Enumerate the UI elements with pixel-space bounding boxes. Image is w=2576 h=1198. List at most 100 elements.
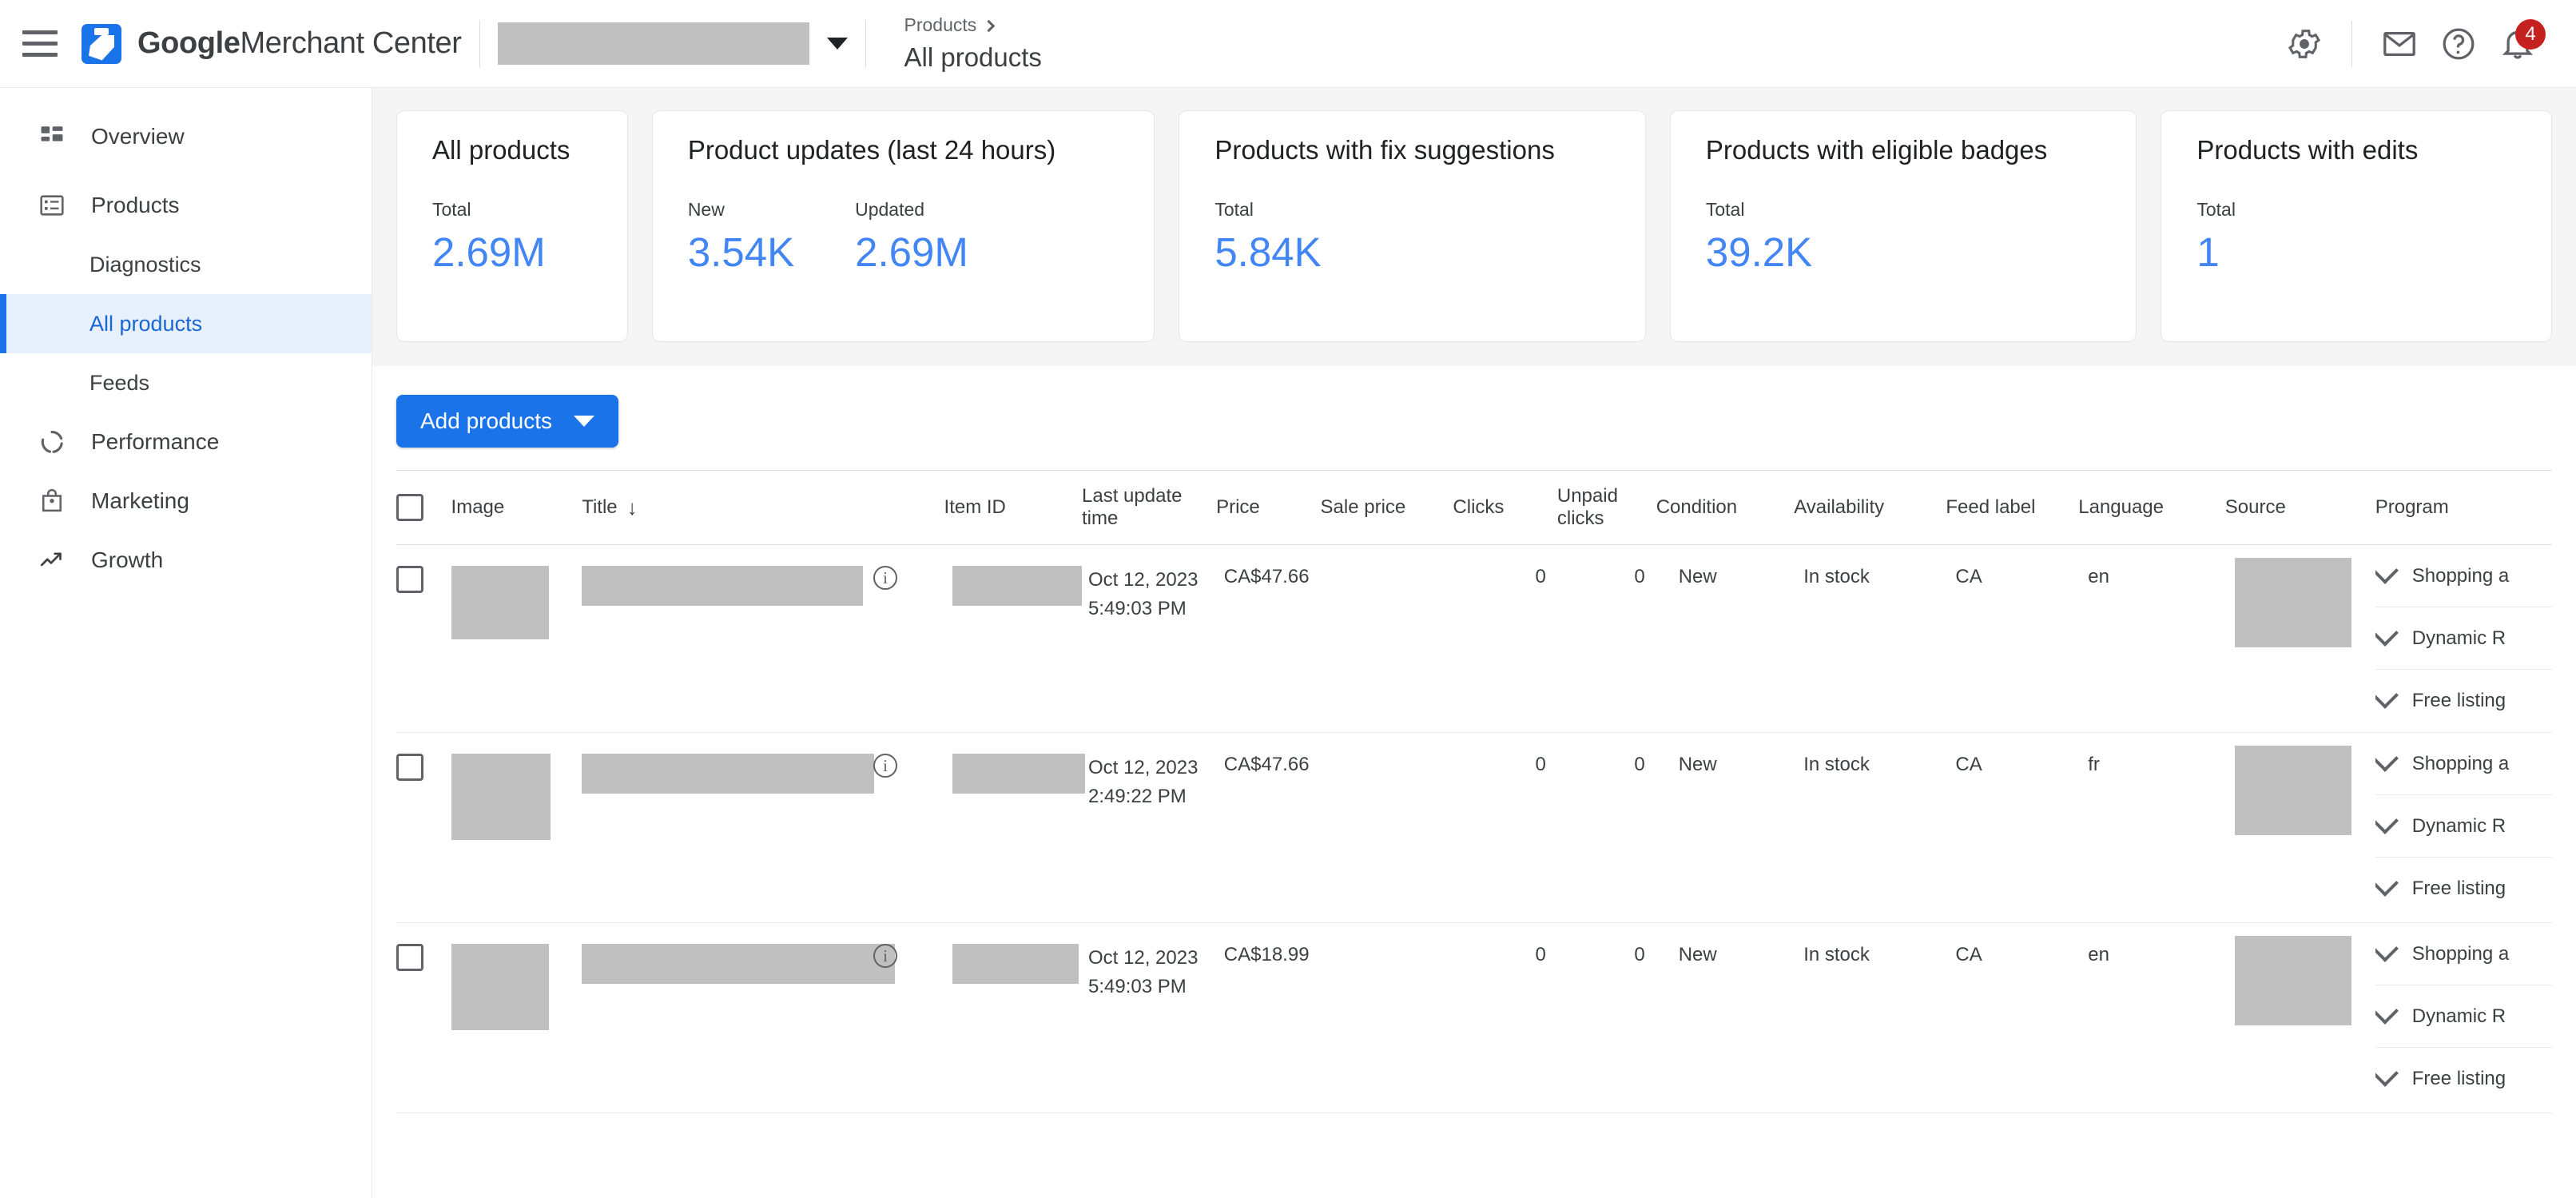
row-title-cell xyxy=(582,923,873,1113)
select-all-checkbox[interactable] xyxy=(396,494,423,521)
sidebar-item-label: Overview xyxy=(91,124,185,149)
notifications-bell[interactable]: 4 xyxy=(2488,14,2547,74)
metric-label: New xyxy=(688,199,794,221)
breadcrumb-parent[interactable]: Products xyxy=(904,14,1042,36)
caret-down-icon[interactable] xyxy=(569,416,618,427)
help-circle-icon[interactable] xyxy=(2429,14,2488,74)
summary-card-product-updates[interactable]: Product updates (last 24 hours) New 3.54… xyxy=(652,110,1155,342)
sidebar-item-diagnostics[interactable]: Diagnostics xyxy=(0,235,372,294)
chevron-down-icon[interactable] xyxy=(2375,870,2399,897)
info-icon[interactable]: i xyxy=(873,944,897,968)
column-header-clicks[interactable]: Clicks xyxy=(1453,471,1556,545)
column-header-availability[interactable]: Availability xyxy=(1794,471,1946,545)
summary-card-products-with-edits[interactable]: Products with edits Total 1 xyxy=(2161,110,2552,342)
gear-icon[interactable] xyxy=(2275,14,2334,74)
row-title-cell xyxy=(582,733,873,923)
envelope-icon[interactable] xyxy=(2370,14,2429,74)
info-icon[interactable]: i xyxy=(873,754,897,778)
metric-value: 3.54K xyxy=(688,232,794,273)
row-checkbox[interactable] xyxy=(396,754,423,781)
last-update-date: Oct 12, 2023 xyxy=(1088,566,1216,595)
program-label: Free listing xyxy=(2412,1068,2506,1090)
chevron-down-icon[interactable] xyxy=(2375,744,2399,771)
chevron-down-icon[interactable] xyxy=(2375,1060,2399,1087)
program-item[interactable]: Dynamic R xyxy=(2375,607,2552,670)
row-sale-price-cell xyxy=(1321,733,1453,923)
chevron-down-icon[interactable] xyxy=(2375,806,2399,834)
chevron-down-icon[interactable] xyxy=(827,38,848,50)
program-item[interactable]: Free listing xyxy=(2375,858,2552,920)
row-clicks-cell: 0 xyxy=(1453,545,1556,733)
brand-merchant-center: Merchant Center xyxy=(241,26,462,60)
program-item[interactable]: Dynamic R xyxy=(2375,985,2552,1048)
program-label: Shopping a xyxy=(2412,565,2509,587)
info-icon[interactable]: i xyxy=(873,566,897,590)
sidebar-item-performance[interactable]: Performance xyxy=(0,412,372,472)
column-header-unpaid-clicks[interactable]: Unpaid clicks xyxy=(1557,471,1656,545)
hamburger-menu-icon[interactable] xyxy=(22,26,67,62)
last-update-time: 2:49:22 PM xyxy=(1088,782,1216,811)
chevron-down-icon[interactable] xyxy=(2375,556,2399,583)
row-program-cell: Shopping a Dynamic R Free listing xyxy=(2375,733,2552,923)
table-row[interactable]: i Oct 12, 2023 5:49:03 PM CA$18.99 0 0 xyxy=(396,923,2552,1113)
page-title: All products xyxy=(904,42,1042,73)
program-item[interactable]: Shopping a xyxy=(2375,733,2552,795)
program-item[interactable]: Free listing xyxy=(2375,670,2552,732)
sidebar-item-products[interactable]: Products xyxy=(0,176,372,235)
chevron-down-icon[interactable] xyxy=(2375,619,2399,646)
row-item-id-cell xyxy=(944,733,1082,923)
column-header-last-update-time[interactable]: Last update time xyxy=(1082,471,1216,545)
row-checkbox[interactable] xyxy=(396,566,423,593)
program-item[interactable]: Free listing xyxy=(2375,1048,2552,1110)
program-item[interactable]: Shopping a xyxy=(2375,545,2552,607)
row-availability-cell: In stock xyxy=(1794,545,1946,733)
column-header-sale-price[interactable]: Sale price xyxy=(1321,471,1453,545)
row-item-id-cell xyxy=(944,923,1082,1113)
column-header-feed-label[interactable]: Feed label xyxy=(1946,471,2078,545)
column-header-language[interactable]: Language xyxy=(2078,471,2225,545)
sidebar-item-overview[interactable]: Overview xyxy=(0,107,372,166)
add-products-button[interactable]: Add products xyxy=(396,395,618,448)
summary-card-fix-suggestions[interactable]: Products with fix suggestions Total 5.84… xyxy=(1179,110,1646,342)
column-header-price[interactable]: Price xyxy=(1216,471,1320,545)
sidebar-item-marketing[interactable]: Marketing xyxy=(0,472,372,531)
column-header-program[interactable]: Program xyxy=(2375,471,2552,545)
row-availability-cell: In stock xyxy=(1794,923,1946,1113)
summary-card-eligible-badges[interactable]: Products with eligible badges Total 39.2… xyxy=(1670,110,2137,342)
row-last-update-cell: Oct 12, 2023 5:49:03 PM xyxy=(1082,545,1216,733)
chevron-down-icon[interactable] xyxy=(2375,997,2399,1024)
sidebar-item-all-products[interactable]: All products xyxy=(0,294,372,353)
sidebar-item-feeds[interactable]: Feeds xyxy=(0,353,372,412)
card-title: Products with fix suggestions xyxy=(1214,135,1610,165)
column-header-item-id[interactable]: Item ID xyxy=(944,471,1082,545)
row-language-cell: fr xyxy=(2078,733,2225,923)
row-source-cell xyxy=(2225,545,2375,733)
table-toolbar: Add products xyxy=(396,366,2552,470)
chevron-down-icon[interactable] xyxy=(2375,682,2399,709)
row-unpaid-clicks-cell: 0 xyxy=(1557,923,1656,1113)
program-item[interactable]: Shopping a xyxy=(2375,923,2552,985)
column-header-title[interactable]: Title ↓ xyxy=(582,471,873,545)
table-row[interactable]: i Oct 12, 2023 5:49:03 PM CA$47.66 0 0 xyxy=(396,545,2552,733)
row-source-cell xyxy=(2225,923,2375,1113)
chevron-down-icon[interactable] xyxy=(2375,934,2399,961)
program-item[interactable]: Dynamic R xyxy=(2375,795,2552,858)
row-condition-cell: New xyxy=(1656,545,1794,733)
column-header-image[interactable]: Image xyxy=(451,471,582,545)
card-title: Products with edits xyxy=(2196,135,2516,165)
column-header-condition[interactable]: Condition xyxy=(1656,471,1794,545)
brand-logo-group[interactable]: GoogleMerchant Center xyxy=(81,24,462,64)
products-table: Image Title ↓ Item ID Last update time P… xyxy=(396,470,2552,1113)
row-checkbox[interactable] xyxy=(396,944,423,971)
product-title-redacted xyxy=(582,944,895,984)
row-image-cell xyxy=(451,923,582,1113)
account-selector[interactable] xyxy=(498,22,848,65)
row-availability-cell: In stock xyxy=(1794,733,1946,923)
summary-card-all-products[interactable]: All products Total 2.69M xyxy=(396,110,628,342)
sidebar-item-growth[interactable]: Growth xyxy=(0,531,372,590)
brand-title: GoogleMerchant Center xyxy=(137,26,462,61)
column-header-source[interactable]: Source xyxy=(2225,471,2375,545)
row-title-cell xyxy=(582,545,873,733)
metric: Total 5.84K xyxy=(1214,199,1321,273)
table-row[interactable]: i Oct 12, 2023 2:49:22 PM CA$47.66 0 0 xyxy=(396,733,2552,923)
